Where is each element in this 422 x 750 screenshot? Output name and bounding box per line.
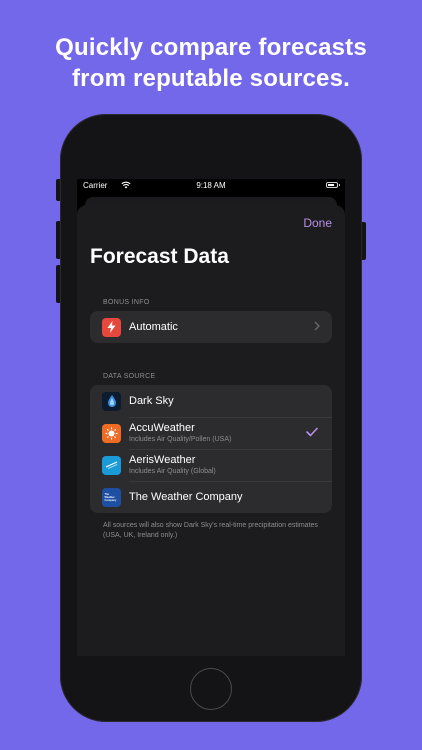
checkmark-icon: [306, 427, 318, 437]
source-label: AccuWeather: [129, 422, 195, 434]
accuweather-icon: [102, 423, 121, 443]
source-row-weather-company[interactable]: The Weather Company The Weather Company: [90, 481, 332, 513]
automatic-label: Automatic: [129, 320, 178, 333]
battery-icon: [326, 182, 340, 188]
headline-line-1: Quickly compare forecasts: [55, 34, 367, 61]
chevron-right-icon: [314, 321, 320, 331]
source-label: Dark Sky: [129, 394, 174, 407]
source-label: AerisWeather: [129, 454, 196, 466]
sources-footnote: All sources will also show Dark Sky's re…: [103, 522, 318, 539]
weather-company-icon: The Weather Company: [102, 487, 121, 507]
bonus-info-header: BONUS INFO: [103, 299, 150, 306]
phone-screen: Carrier 9:18 AM Done Forecast Data BONUS…: [77, 179, 345, 656]
page-title: Forecast Data: [90, 245, 229, 268]
source-row-aerisweather[interactable]: AerisWeather Includes Air Quality (Globa…: [90, 449, 332, 481]
headline-line-2: from reputable sources.: [71, 65, 350, 92]
aerisweather-icon: [102, 455, 121, 475]
source-subtitle: Includes Air Quality/Pollen (USA): [129, 436, 232, 443]
source-row-accuweather[interactable]: AccuWeather Includes Air Quality/Pollen …: [90, 417, 332, 449]
weather-company-logo-text: The Weather Company: [104, 492, 117, 502]
status-bar: Carrier 9:18 AM: [77, 179, 345, 193]
done-button[interactable]: Done: [303, 216, 332, 230]
data-source-group: Dark Sky AccuWeather Includes Air Qualit…: [90, 385, 332, 513]
bonus-info-group: Automatic: [90, 311, 332, 343]
lightning-icon: [102, 317, 121, 337]
source-row-dark-sky[interactable]: Dark Sky: [90, 385, 332, 417]
source-subtitle: Includes Air Quality (Global): [129, 468, 216, 475]
automatic-row[interactable]: Automatic: [90, 311, 332, 343]
source-label: The Weather Company: [129, 490, 243, 503]
forecast-data-sheet: Done Forecast Data BONUS INFO Automatic …: [77, 205, 345, 656]
clock: 9:18 AM: [196, 181, 226, 190]
dark-sky-icon: [102, 391, 121, 411]
home-button: [190, 668, 232, 710]
headline: Quickly compare forecasts from reputable…: [0, 32, 422, 94]
data-source-header: DATA SOURCE: [103, 373, 156, 380]
